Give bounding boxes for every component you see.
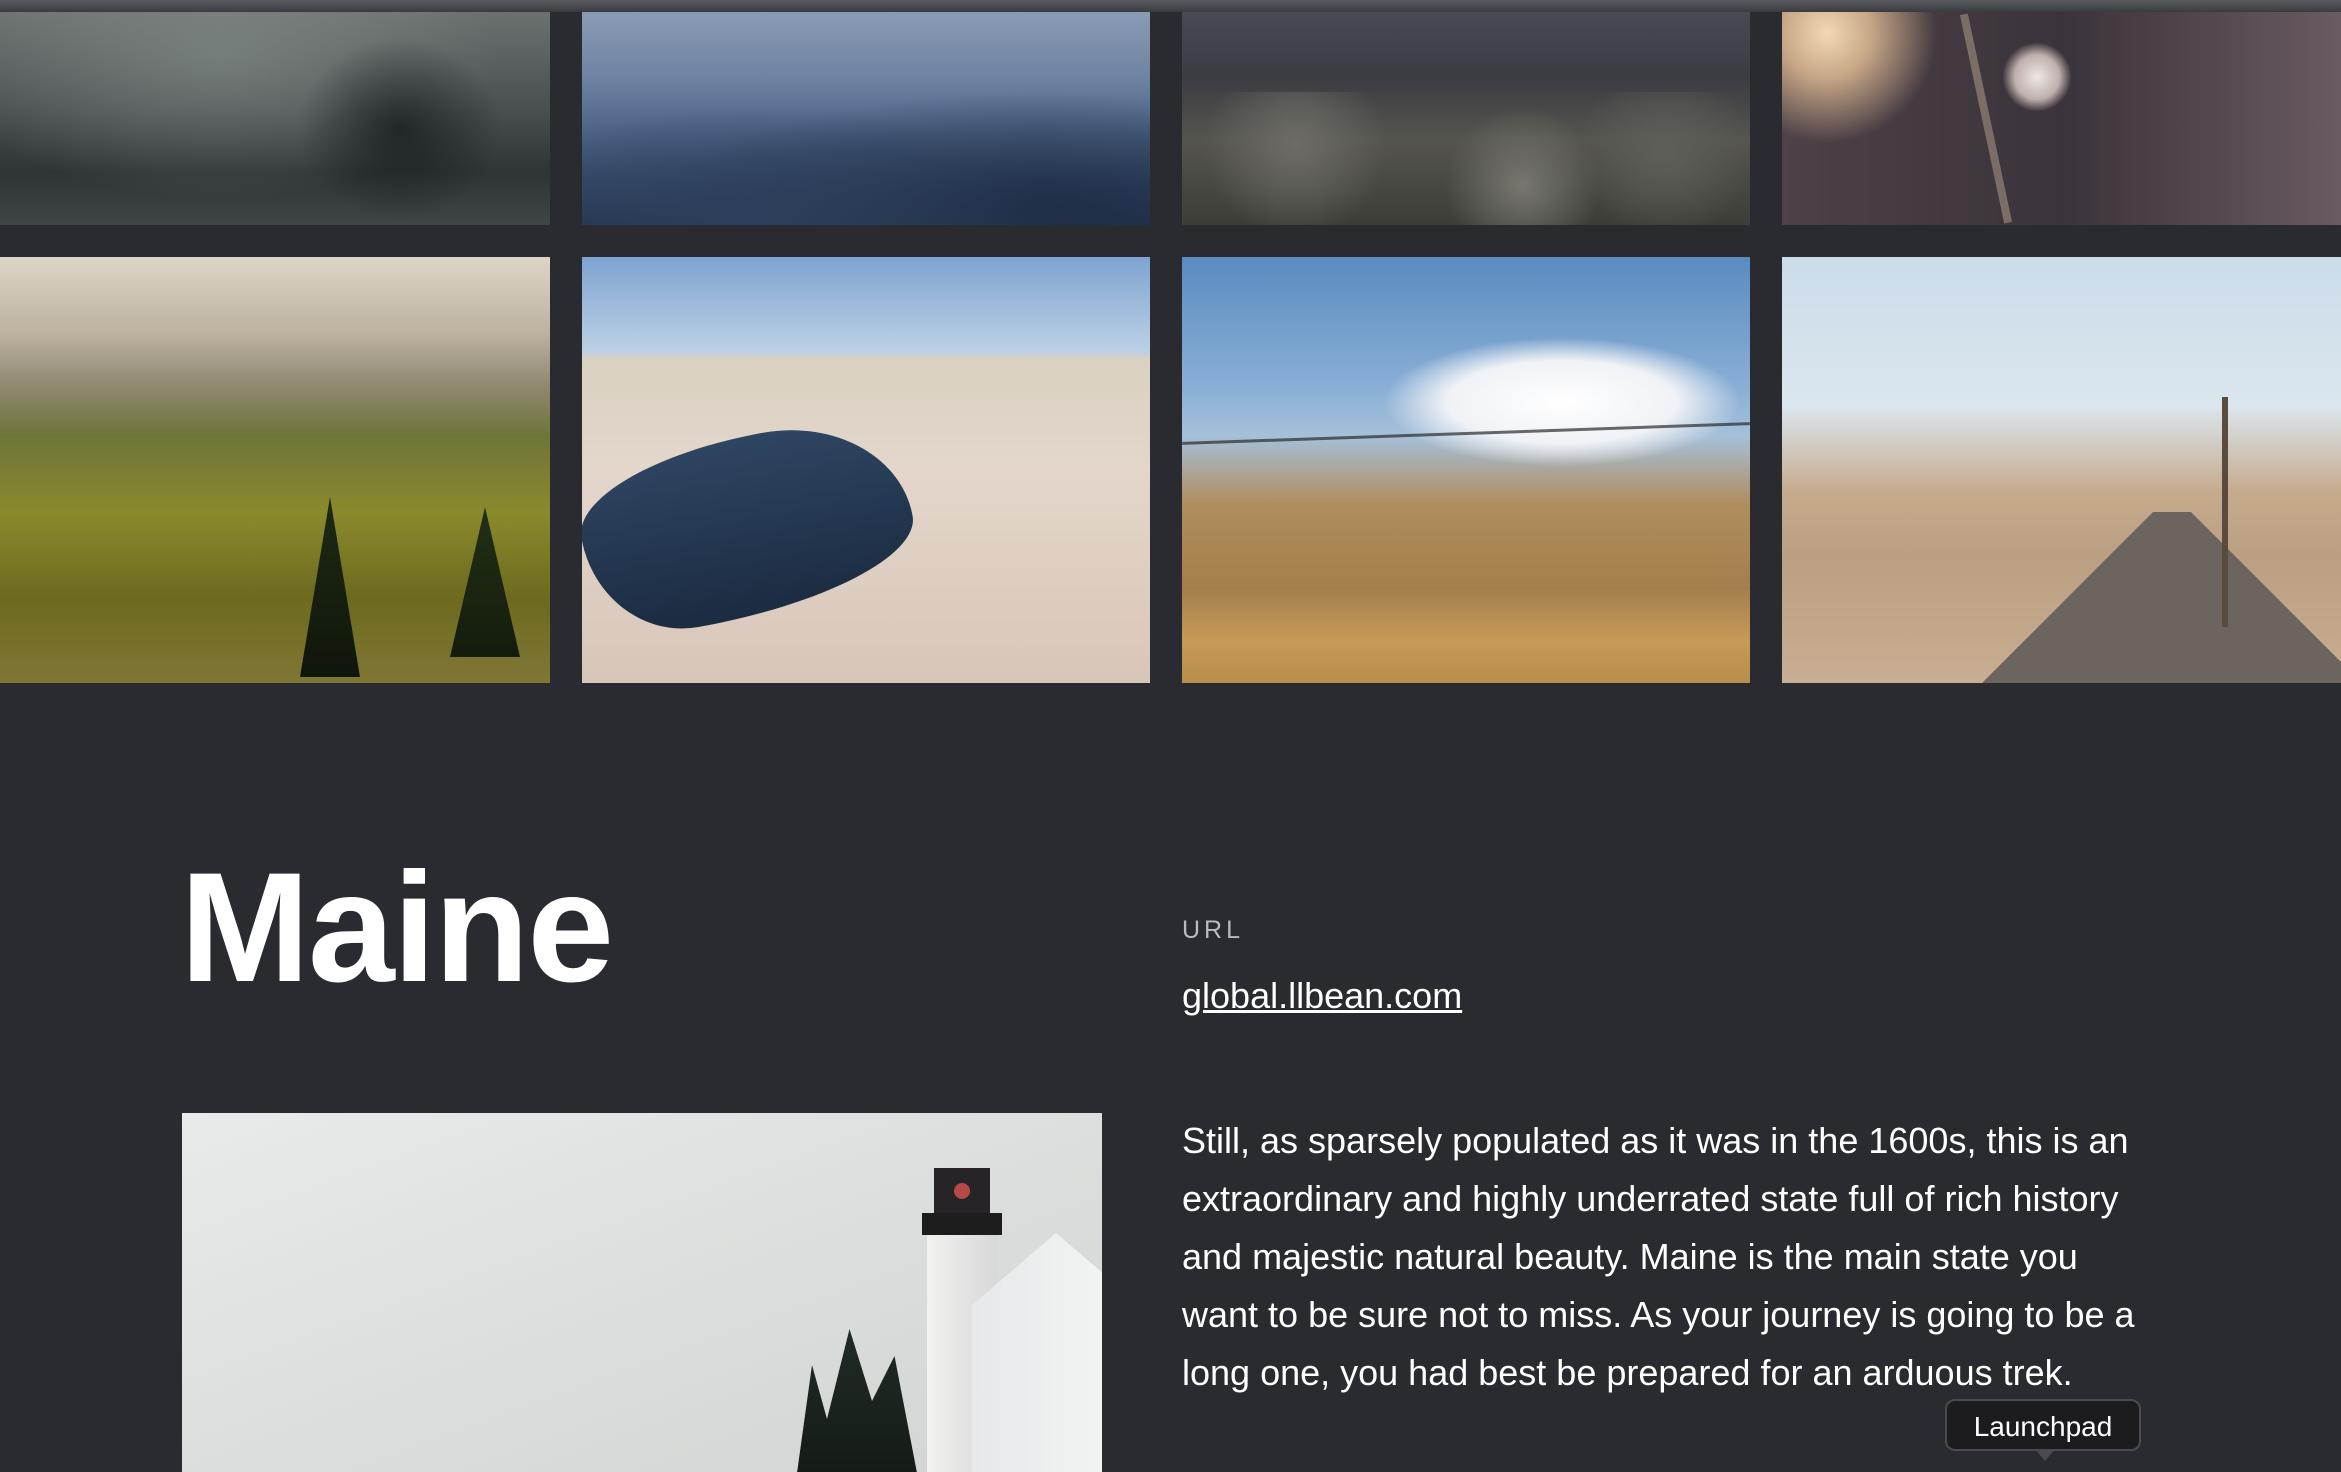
page-title: Maine xyxy=(180,841,614,1015)
birds-on-wire-image[interactable] xyxy=(1182,257,1750,683)
foggy-lake-image[interactable] xyxy=(0,12,550,225)
rocky-slope-image[interactable] xyxy=(1182,12,1750,225)
description-text: Still, as sparsely populated as it was i… xyxy=(1182,1120,2135,1393)
lighthouse-gallery xyxy=(922,1213,1002,1235)
desert-road-image[interactable] xyxy=(1782,257,2341,683)
launchpad-tooltip: Launchpad xyxy=(1945,1399,2141,1461)
trees-shape xyxy=(797,1329,917,1472)
dried-flower-image[interactable] xyxy=(1782,12,2341,225)
lighthouse-image xyxy=(182,1113,1102,1472)
lighthouse-lamp xyxy=(934,1168,990,1213)
window-top-edge xyxy=(0,0,2341,12)
green-valley-image[interactable] xyxy=(0,257,550,683)
dunes-lake-image[interactable] xyxy=(582,257,1150,683)
blue-mountains-image[interactable] xyxy=(582,12,1150,225)
url-link[interactable]: global.llbean.com xyxy=(1182,975,1462,1017)
url-label: URL xyxy=(1182,916,1245,944)
